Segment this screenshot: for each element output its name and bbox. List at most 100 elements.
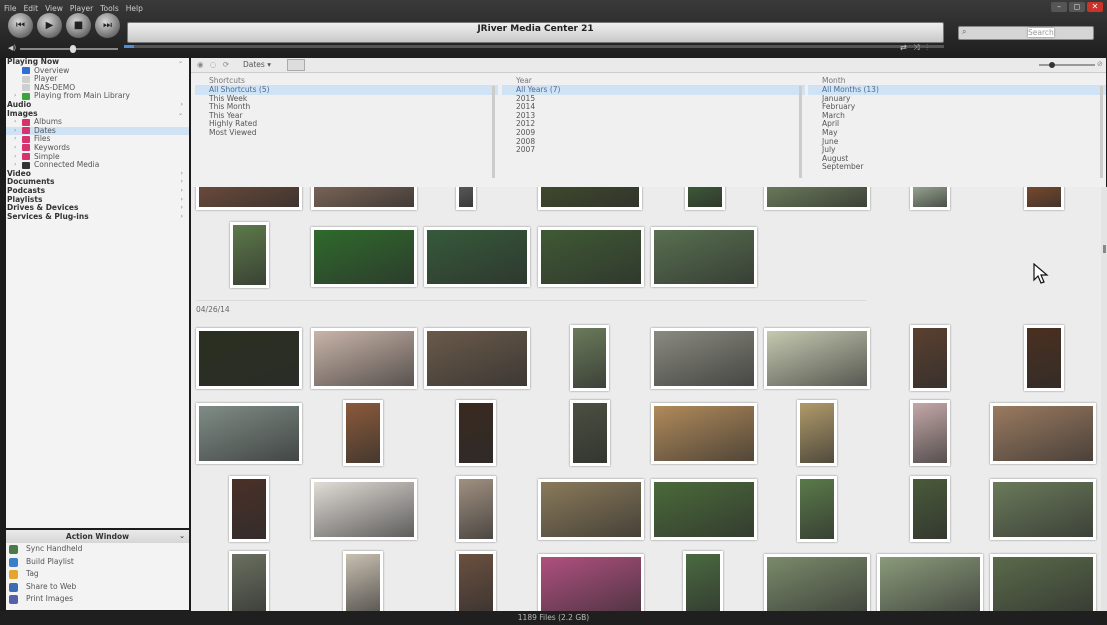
photo-thumbnail[interactable] [910, 476, 950, 542]
photo-thumbnail[interactable] [990, 403, 1096, 464]
photo-thumbnail[interactable] [311, 187, 417, 210]
browser-list-item[interactable]: 2009 [502, 128, 805, 138]
stop-icon[interactable]: ■ [66, 13, 91, 38]
browser-list-item[interactable]: 2008 [502, 137, 805, 147]
photo-thumbnail[interactable] [651, 479, 757, 540]
column-scrollbar[interactable] [799, 86, 802, 178]
photo-thumbnail[interactable] [230, 222, 269, 288]
photo-thumbnail[interactable] [651, 328, 757, 389]
photo-thumbnail[interactable] [311, 227, 417, 287]
photo-thumbnail[interactable] [910, 325, 950, 391]
maximize-button[interactable]: ◻ [1069, 2, 1085, 12]
action-window-header[interactable]: Action Window ⌄ [6, 530, 189, 543]
browser-list-item[interactable]: 2014 [502, 103, 805, 112]
photo-thumbnail[interactable] [229, 476, 269, 542]
photo-thumbnail[interactable] [685, 187, 725, 210]
thumbnail-size-knob[interactable] [1049, 62, 1055, 68]
view-mode-button[interactable] [287, 59, 305, 71]
browser-list-item[interactable]: June [808, 137, 1106, 147]
section-arrow-icon[interactable]: ⌄ [178, 110, 183, 119]
thumbnail-size-slider[interactable] [1039, 62, 1095, 68]
expand-arrow-icon[interactable]: › [14, 118, 16, 127]
browser-list-item[interactable]: 2015 [502, 94, 805, 104]
browser-list-item[interactable]: April [808, 120, 1106, 129]
scrollbar-thumb[interactable] [1103, 245, 1106, 253]
menu-item-help[interactable]: Help [126, 4, 143, 13]
photo-thumbnail[interactable] [990, 554, 1096, 611]
photo-thumbnail[interactable] [990, 479, 1096, 540]
menu-item-file[interactable]: File [4, 4, 17, 13]
browser-list-item[interactable]: 2012 [502, 120, 805, 129]
prev-track-icon[interactable]: ⏮ [8, 13, 33, 38]
action-print-images[interactable]: Print Images [6, 593, 189, 606]
photo-thumbnail[interactable] [424, 227, 530, 287]
browser-list-item[interactable]: All Years (7) [502, 85, 805, 95]
expand-arrow-icon[interactable]: › [14, 127, 16, 136]
photo-thumbnail[interactable] [570, 400, 610, 466]
photo-thumbnail[interactable] [764, 554, 870, 611]
photo-thumbnail[interactable] [343, 551, 383, 611]
section-arrow-icon[interactable]: › [181, 101, 183, 110]
tree-item-connected-media[interactable]: › Connected Media [6, 160, 189, 170]
photo-thumbnail[interactable] [1024, 325, 1064, 391]
section-arrow-icon[interactable]: › [181, 213, 183, 222]
photo-thumbnail[interactable] [456, 187, 476, 210]
photo-thumbnail[interactable] [651, 403, 757, 464]
browser-list-item[interactable]: 2007 [502, 146, 805, 155]
section-arrow-icon[interactable]: › [181, 178, 183, 187]
nav-buttons[interactable]: ◉ ◌ ⟳ [197, 60, 231, 69]
action-sync-handheld[interactable]: Sync Handheld [6, 543, 189, 556]
photo-thumbnail[interactable] [797, 476, 837, 542]
chevron-down-icon[interactable]: ⌄ [179, 530, 185, 543]
action-share-to-web[interactable]: Share to Web [6, 581, 189, 594]
volume-knob[interactable] [70, 45, 76, 53]
view-dropdown[interactable]: Dates ▾ [243, 60, 271, 69]
photo-thumbnail[interactable] [910, 400, 950, 466]
section-arrow-icon[interactable]: ⌄ [178, 58, 183, 67]
section-arrow-icon[interactable]: › [181, 196, 183, 205]
browser-list-item[interactable]: February [808, 103, 1106, 112]
close-button[interactable]: ✕ [1087, 2, 1103, 12]
browser-list-item[interactable]: All Months (13) [808, 85, 1106, 95]
photo-thumbnail[interactable] [311, 479, 417, 540]
browser-list-item[interactable]: May [808, 128, 1106, 138]
expand-arrow-icon[interactable]: › [14, 135, 16, 144]
action-build-playlist[interactable]: Build Playlist [6, 556, 189, 569]
column-scrollbar[interactable] [492, 86, 495, 178]
photo-thumbnail[interactable] [196, 328, 302, 389]
photo-thumbnail[interactable] [538, 187, 642, 210]
photo-thumbnail[interactable] [764, 187, 870, 210]
search-input[interactable]: ⌕ Search [958, 26, 1094, 40]
photo-thumbnail[interactable] [424, 328, 530, 389]
photo-thumbnail[interactable] [764, 328, 870, 389]
photo-thumbnail[interactable] [229, 551, 269, 611]
photo-thumbnail[interactable] [651, 227, 757, 287]
browser-list-item[interactable]: September [808, 163, 1106, 172]
menu-item-edit[interactable]: Edit [24, 4, 39, 13]
photo-thumbnail[interactable] [538, 554, 644, 611]
section-arrow-icon[interactable]: › [181, 170, 183, 179]
zoom-reset-icon[interactable]: ⊘ [1097, 60, 1103, 68]
section-arrow-icon[interactable]: › [181, 204, 183, 213]
menu-item-view[interactable]: View [45, 4, 63, 13]
grid-scrollbar[interactable] [1101, 187, 1107, 611]
photo-thumbnail[interactable] [343, 400, 383, 466]
action-tag[interactable]: Tag [6, 568, 189, 581]
photo-thumbnail[interactable] [570, 325, 609, 391]
photo-thumbnail[interactable] [196, 187, 302, 210]
tree-section-services-plug-ins[interactable]: Services & Plug-ins › [6, 212, 189, 222]
browser-list-item[interactable]: July [808, 146, 1106, 155]
section-arrow-icon[interactable]: › [181, 187, 183, 196]
browser-list-item[interactable]: March [808, 111, 1106, 121]
expand-arrow-icon[interactable]: › [14, 144, 16, 153]
photo-thumbnail[interactable] [538, 227, 644, 287]
volume-slider[interactable]: ◀) [8, 44, 118, 53]
photo-thumbnail[interactable] [538, 479, 644, 540]
photo-thumbnail[interactable] [910, 187, 950, 210]
photo-thumbnail[interactable] [877, 554, 983, 611]
photo-thumbnail[interactable] [311, 328, 417, 389]
position-slider[interactable] [124, 45, 944, 48]
photo-thumbnail[interactable] [456, 476, 496, 542]
shuffle-repeat-eq-icons[interactable]: ⇄ ⤨ ⫶ [900, 43, 930, 53]
menu-item-player[interactable]: Player [70, 4, 93, 13]
